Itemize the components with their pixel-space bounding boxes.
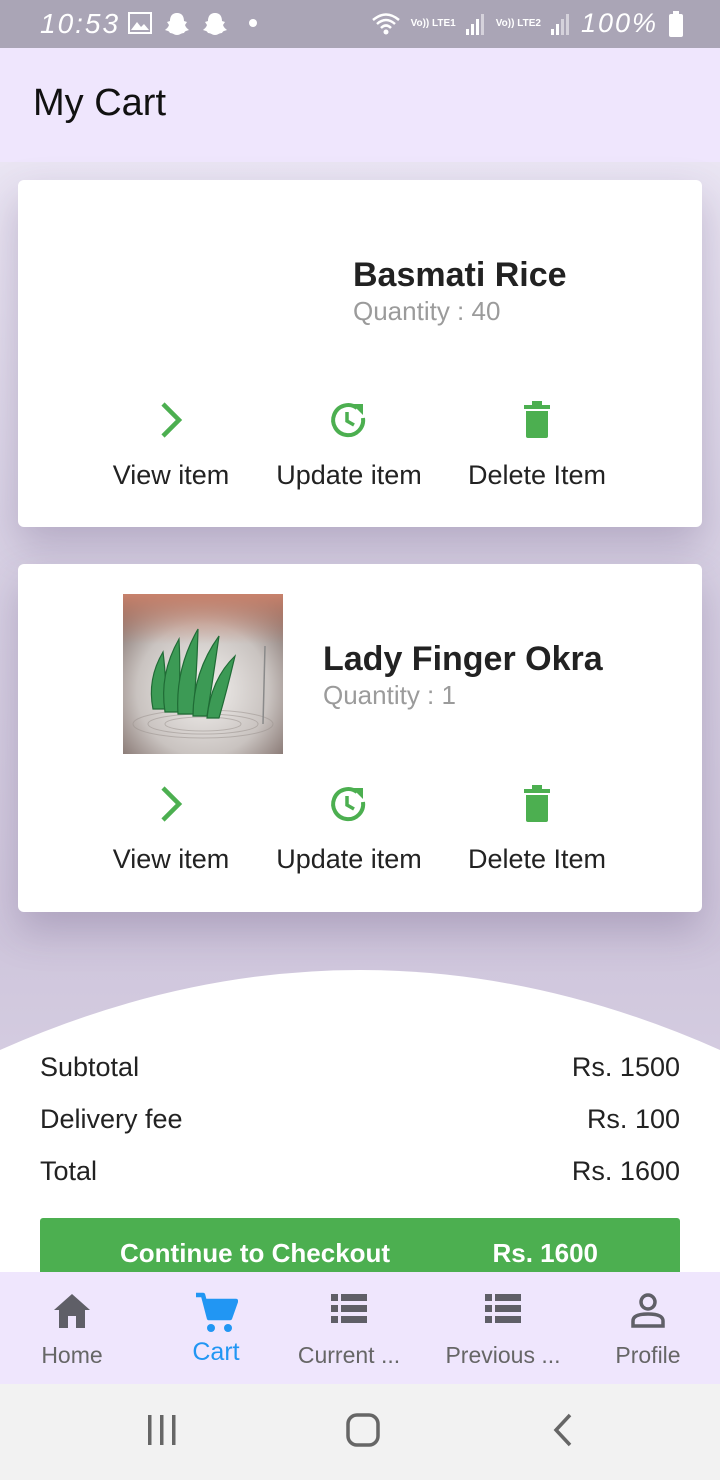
- list-icon: [331, 1294, 367, 1323]
- back-icon[interactable]: [550, 1412, 578, 1448]
- view-item-label: View item: [112, 844, 230, 874]
- update-item-button[interactable]: Update item: [249, 780, 449, 875]
- view-item-button[interactable]: View item: [71, 780, 271, 875]
- update-icon: [331, 787, 366, 822]
- nav-profile-label: Profile: [615, 1342, 681, 1368]
- nav-previous-label: Previous ...: [445, 1342, 561, 1368]
- nav-previous-orders[interactable]: Previous ...: [430, 1272, 576, 1384]
- snapchat-icon: [165, 13, 189, 35]
- status-time: 10:53: [40, 8, 121, 39]
- status-right: Vo)) LTE1 Vo)) LTE2 100%: [371, 8, 684, 39]
- list-icon: [485, 1294, 521, 1323]
- system-navigation-bar: [0, 1384, 720, 1480]
- item-quantity: Quantity : 1: [323, 680, 456, 710]
- nav-current-label: Current ...: [297, 1342, 401, 1368]
- sim2-label: Vo)) LTE2: [495, 18, 541, 29]
- item-name: Basmati Rice: [353, 256, 567, 294]
- chevron-right-icon: [161, 402, 183, 438]
- delete-item-button[interactable]: Delete Item: [437, 780, 637, 875]
- battery-icon: [669, 10, 683, 37]
- trash-icon: [524, 401, 550, 438]
- wifi-icon: [371, 12, 400, 34]
- item-name: Lady Finger Okra: [323, 640, 603, 678]
- update-item-button[interactable]: Update item: [249, 396, 449, 491]
- page-title: My Cart: [33, 82, 166, 124]
- update-item-label: Update item: [276, 460, 422, 490]
- snapchat-icon: [203, 13, 227, 35]
- total-value: Rs. 1600: [571, 1156, 680, 1186]
- update-icon: [331, 403, 366, 438]
- gallery-icon: [128, 12, 152, 34]
- subtotal-label: Subtotal: [40, 1052, 140, 1082]
- checkout-button[interactable]: Continue to Checkout Rs. 1600: [40, 1218, 680, 1272]
- person-icon: [631, 1293, 665, 1328]
- signal-icon: [465, 13, 484, 35]
- nav-cart[interactable]: Cart: [144, 1272, 288, 1384]
- sim1-label: Vo)) LTE1: [410, 18, 456, 29]
- recent-apps-icon[interactable]: [146, 1412, 178, 1448]
- status-bar: 10:53 Vo)) LTE1 Vo)) LTE2 100%: [0, 0, 720, 48]
- view-item-button[interactable]: View item: [71, 396, 271, 491]
- subtotal-row: Subtotal Rs. 1500: [40, 1052, 680, 1083]
- delivery-fee-label: Delivery fee: [40, 1104, 183, 1134]
- dot-icon: [249, 19, 257, 27]
- okra-image: [123, 594, 283, 754]
- cart-item-card: Lady Finger Okra Quantity : 1 View item …: [18, 564, 702, 912]
- bottom-navigation: Home Cart Current ... Previous ... Profi…: [0, 1272, 720, 1384]
- delete-item-label: Delete Item: [467, 844, 607, 874]
- nav-home[interactable]: Home: [0, 1272, 144, 1384]
- delivery-fee-value: Rs. 100: [586, 1104, 680, 1134]
- home-button-icon[interactable]: [344, 1412, 382, 1448]
- app-bar: My Cart: [0, 48, 720, 162]
- checkout-label: Continue to Checkout: [120, 1238, 391, 1268]
- total-row: Total Rs. 1600: [40, 1156, 680, 1187]
- delete-item-label: Delete Item: [467, 460, 607, 490]
- checkout-amount: Rs. 1600: [492, 1238, 598, 1268]
- nav-profile[interactable]: Profile: [576, 1272, 720, 1384]
- chevron-right-icon: [161, 786, 183, 822]
- trash-icon: [524, 785, 550, 822]
- view-item-label: View item: [112, 460, 230, 490]
- battery-percent: 100%: [580, 8, 658, 38]
- okra-thumbnail[interactable]: [123, 594, 283, 754]
- update-item-label: Update item: [276, 844, 422, 874]
- home-icon: [54, 1294, 90, 1328]
- order-summary: Subtotal Rs. 1500 Delivery fee Rs. 100 T…: [0, 968, 720, 1272]
- cart-icon: [196, 1292, 238, 1332]
- delete-item-button[interactable]: Delete Item: [437, 396, 637, 491]
- subtotal-value: Rs. 1500: [571, 1052, 680, 1082]
- nav-cart-label: Cart: [192, 1338, 240, 1366]
- delivery-fee-row: Delivery fee Rs. 100: [40, 1104, 680, 1135]
- total-label: Total: [40, 1156, 98, 1186]
- item-quantity: Quantity : 40: [353, 296, 501, 326]
- cart-item-card: Basmati Rice Quantity : 40 View item Upd…: [18, 180, 702, 527]
- nav-home-label: Home: [41, 1342, 103, 1368]
- nav-current-orders[interactable]: Current ...: [288, 1272, 410, 1384]
- signal-icon: [550, 13, 569, 35]
